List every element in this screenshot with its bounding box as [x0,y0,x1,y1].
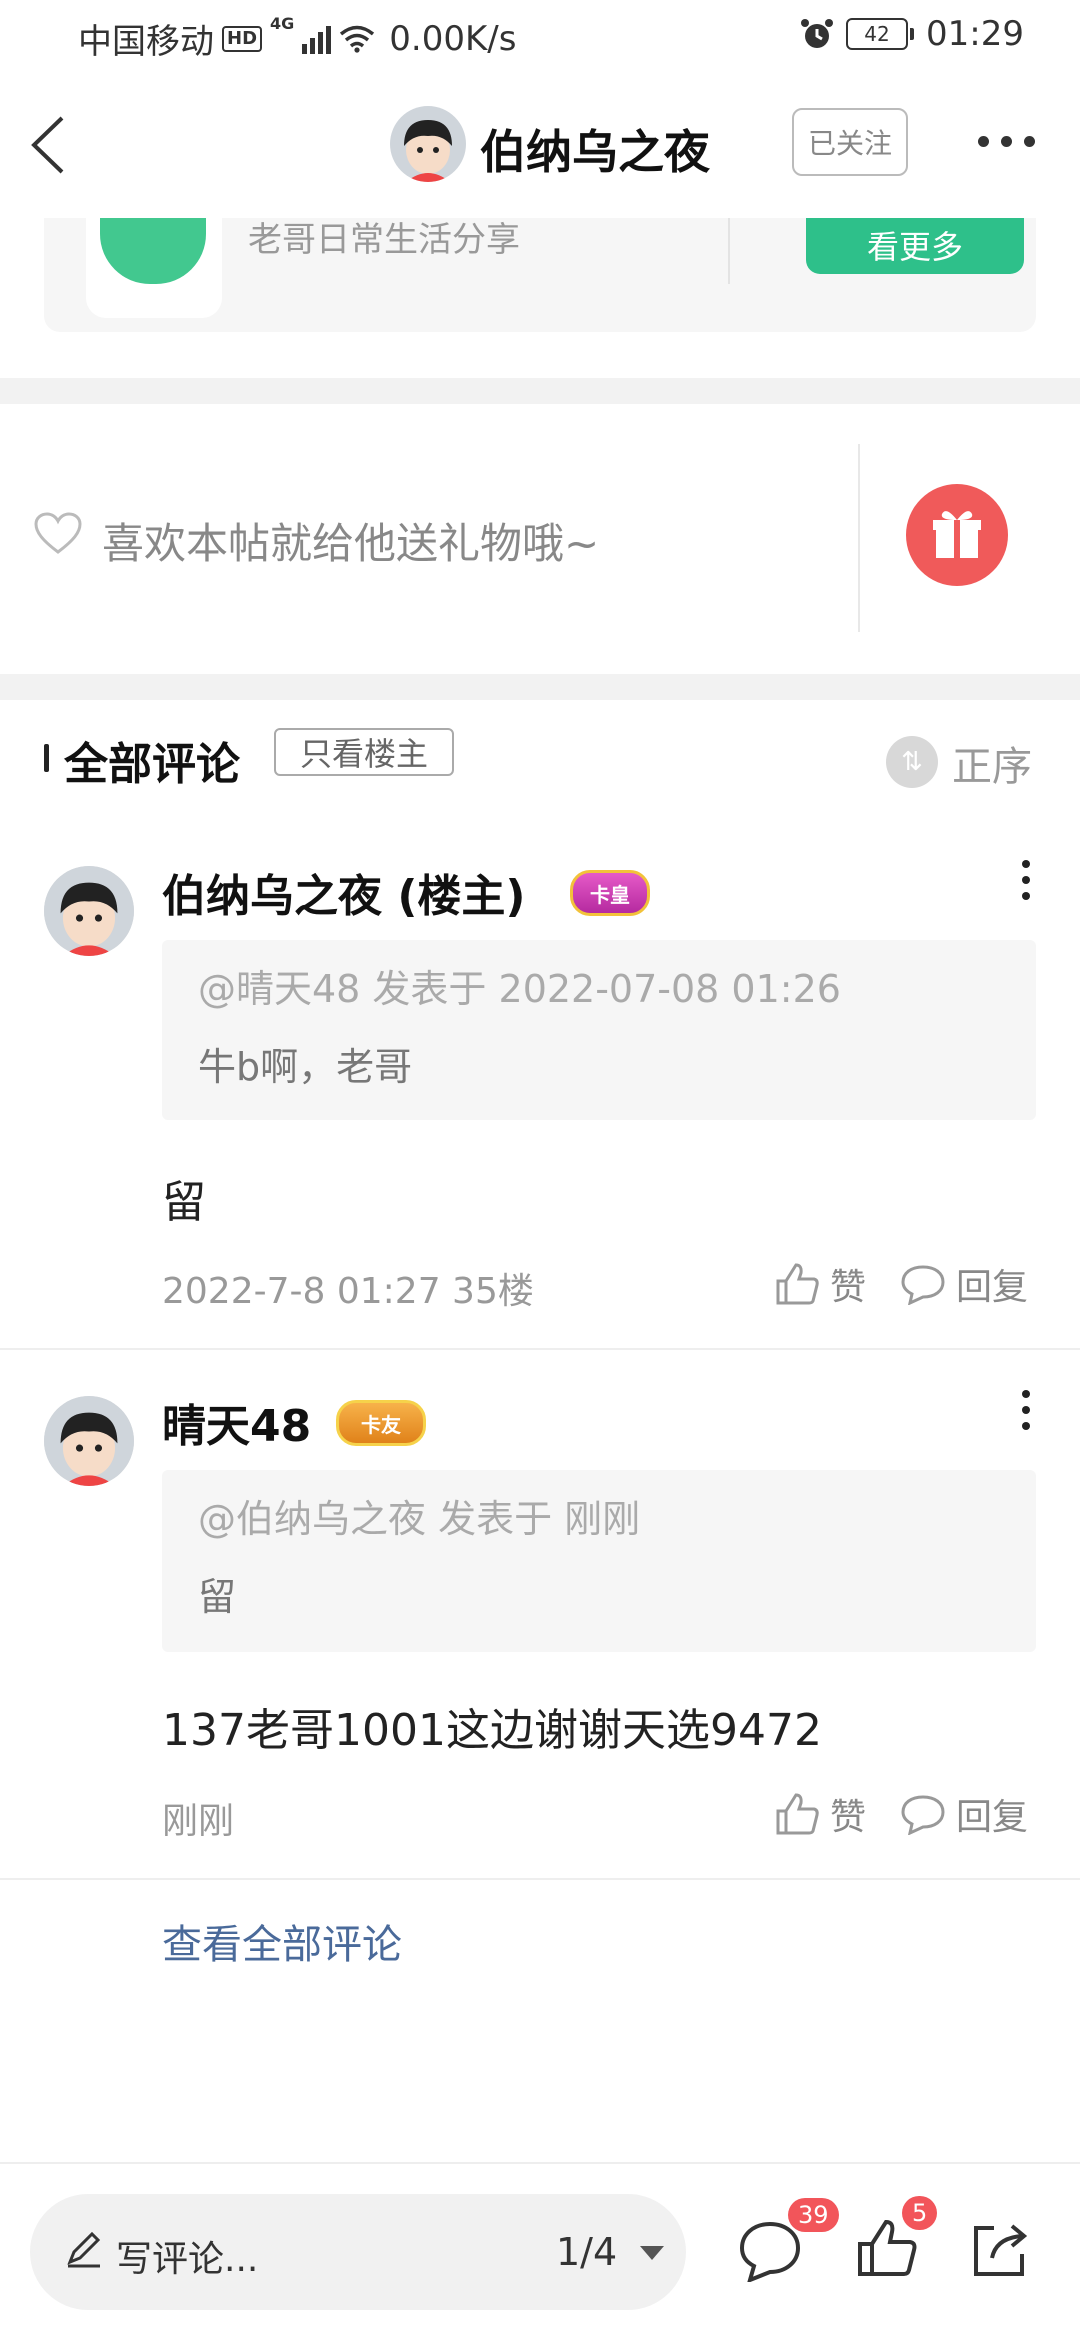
more-icon[interactable] [978,136,1035,147]
comment-item: 晴天48 卡友 @伯纳乌之夜 发表于 刚刚 留 137老哥1001这边谢谢天选9… [0,1370,1080,1878]
follow-button[interactable]: 已关注 [792,108,908,176]
reply-button[interactable]: 回复 [900,1788,1028,1840]
gift-section: 喜欢本帖就给他送礼物哦~ [0,404,1080,674]
pencil-icon [67,2231,101,2268]
clock: 01:29 [926,14,1024,54]
thumbs-up-icon [776,1793,819,1835]
comment-meta: 刚刚 [162,1801,235,1842]
signal-icon [302,24,332,54]
avatar[interactable] [390,106,466,182]
battery-icon: 42 [846,18,915,50]
reply-label: 回复 [956,1797,1029,1838]
quote-body: 留 [198,1575,237,1619]
promo-description: 老哥日常生活分享 [248,220,520,260]
user-avatar-icon [44,866,134,956]
cup-icon [100,218,206,284]
gift-button[interactable] [906,484,1008,586]
like-label: 赞 [830,1267,867,1308]
comments-button[interactable] [738,2218,802,2286]
like-button[interactable]: 赞 [774,1788,866,1840]
sort-button[interactable]: 正序 [952,734,1032,792]
comment-author[interactable]: 晴天48 [162,1390,311,1454]
page-title: 伯纳乌之夜 [480,125,710,179]
level-badge: 卡友 [336,1400,426,1446]
promo-card[interactable]: 老哥日常生活分享 看更多 [44,218,1036,332]
level-badge: 卡皇 [570,870,650,916]
heart-icon[interactable] [34,512,82,556]
gift-icon [933,511,981,558]
comment-bubble-icon [901,1265,945,1305]
wifi-icon [340,25,375,53]
comment-count-badge: 39 [788,2198,839,2232]
like-button[interactable]: 赞 [774,1258,866,1310]
quote-body: 牛b啊，老哥 [198,1045,413,1089]
comment-divider [0,1348,1080,1350]
network-type: 4G [270,14,295,33]
gift-prompt[interactable]: 喜欢本帖就给他送礼物哦~ [102,510,599,571]
gift-divider [858,444,860,632]
promo-divider [728,218,730,284]
comments-header: 全部评论 只看楼主 ⇅ 正序 [0,700,1080,810]
write-comment-placeholder: 写评论... [116,2239,259,2280]
comment-bubble-icon [739,2221,801,2284]
quote-header: @伯纳乌之夜 发表于 刚刚 [198,1497,641,1541]
quoted-comment: @伯纳乌之夜 发表于 刚刚 留 [162,1470,1036,1652]
view-all-comments-link[interactable]: 查看全部评论 [162,1912,402,1970]
avatar[interactable] [44,1396,134,1486]
carrier-label: 中国移动 [78,22,214,62]
comment-bubble-icon [901,1795,945,1835]
quote-header: @晴天48 发表于 2022-07-08 01:26 [198,967,841,1011]
thumbs-up-icon [776,1263,819,1305]
status-bar: 中国移动 HD 4G 0.00K/s 42 01:29 [0,0,1080,72]
see-more-button[interactable]: 看更多 [806,218,1024,274]
title-marker [44,744,49,772]
back-icon[interactable] [26,114,70,176]
like-count-badge: 5 [902,2196,938,2230]
comments-title: 全部评论 [64,739,240,790]
avatar[interactable] [44,866,134,956]
chevron-down-icon[interactable] [640,2246,664,2260]
alarm-icon [801,19,834,48]
comment-meta: 2022-7-8 01:27 35楼 [162,1271,534,1312]
quoted-comment: @晴天48 发表于 2022-07-08 01:26 牛b啊，老哥 [162,940,1036,1120]
comment-text: 留 [162,1177,206,1228]
hd-badge: HD [222,25,263,52]
reply-button[interactable]: 回复 [900,1258,1028,1310]
comment-item: 伯纳乌之夜 (楼主) 卡皇 @晴天48 发表于 2022-07-08 01:26… [0,844,1080,1348]
section-divider [0,674,1080,700]
share-icon [974,2224,1028,2276]
comment-author[interactable]: 伯纳乌之夜 (楼主) [162,860,526,924]
comment-divider [0,1878,1080,1880]
like-label: 赞 [830,1797,867,1838]
comment-more-icon[interactable] [1022,860,1030,900]
write-comment-input[interactable]: 写评论... 1/4 [30,2194,686,2310]
user-avatar-icon [44,1396,134,1486]
user-avatar-icon [390,106,466,182]
nav-bar: 伯纳乌之夜 已关注 [0,72,1080,218]
sort-icon[interactable]: ⇅ [886,736,938,788]
page-indicator[interactable]: 1/4 [556,2230,617,2274]
section-divider [0,378,1080,404]
owner-only-button[interactable]: 只看楼主 [274,728,454,776]
bottom-bar: 写评论... 1/4 39 5 [0,2162,1080,2342]
comment-text: 137老哥1001这边谢谢天选9472 [162,1705,822,1756]
comment-more-icon[interactable] [1022,1390,1030,1430]
app-logo [86,218,222,318]
reply-label: 回复 [956,1267,1029,1308]
network-speed: 0.00K/s [389,18,517,59]
battery-level: 42 [846,18,909,50]
share-button[interactable] [968,2216,1032,2284]
